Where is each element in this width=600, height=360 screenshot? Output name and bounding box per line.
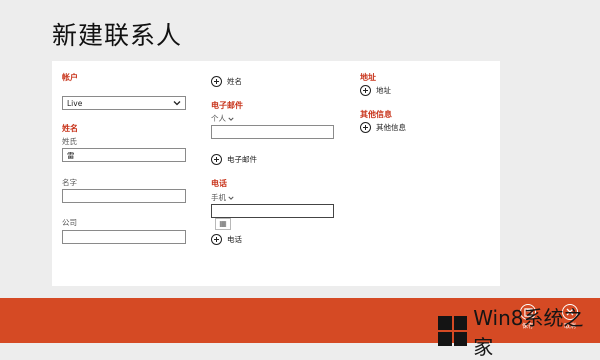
keypad-icon[interactable]: ▦ — [215, 218, 231, 230]
add-phone-label: 电话 — [227, 235, 242, 244]
add-other-info-button[interactable]: 其他信息 — [360, 122, 406, 133]
add-name-button[interactable]: 姓名 — [211, 76, 242, 87]
plus-icon — [211, 154, 222, 165]
plus-icon — [211, 234, 222, 245]
chevron-down-icon — [228, 117, 234, 121]
surname-label: 姓氏 — [62, 137, 77, 146]
other-info-section-label: 其他信息 — [360, 110, 392, 119]
watermark-text: Win8系统之家 — [473, 306, 584, 359]
phone-section-label: 电话 — [211, 179, 227, 188]
add-other-info-label: 其他信息 — [376, 123, 406, 132]
email-type-dropdown[interactable]: 个人 — [211, 113, 234, 124]
page-title: 新建联系人 — [52, 21, 183, 50]
phone-input[interactable] — [211, 204, 334, 218]
windows-logo-icon — [438, 316, 468, 346]
add-address-label: 地址 — [376, 86, 391, 95]
address-section-label: 地址 — [360, 73, 376, 82]
add-name-label: 姓名 — [227, 77, 242, 86]
chevron-down-icon — [173, 101, 181, 106]
company-input[interactable] — [62, 230, 186, 244]
company-label: 公司 — [62, 218, 77, 227]
given-name-input[interactable] — [62, 189, 186, 203]
plus-icon — [360, 85, 371, 96]
given-name-label: 名字 — [62, 178, 77, 187]
phone-type-value: 手机 — [211, 193, 226, 202]
phone-type-dropdown[interactable]: 手机 — [211, 192, 234, 203]
add-email-button[interactable]: 电子邮件 — [211, 154, 257, 165]
chevron-down-icon — [228, 196, 234, 200]
email-type-value: 个人 — [211, 114, 226, 123]
account-select-value: Live — [67, 98, 83, 108]
add-email-label: 电子邮件 — [227, 155, 257, 164]
account-section-label: 帐户 — [62, 73, 78, 82]
add-address-button[interactable]: 地址 — [360, 85, 391, 96]
plus-icon — [211, 76, 222, 87]
email-section-label: 电子邮件 — [211, 101, 243, 110]
add-phone-button[interactable]: 电话 — [211, 234, 242, 245]
name-section-label: 姓名 — [62, 124, 78, 133]
watermark: Win8系统之家 — [438, 302, 600, 360]
plus-icon — [360, 122, 371, 133]
surname-input[interactable]: 雷 — [62, 148, 186, 162]
account-select[interactable]: Live — [62, 96, 186, 110]
email-input[interactable] — [211, 125, 334, 139]
contact-form-panel: 帐户 Live 姓名 姓氏 雷 名字 公司 姓名 电子邮件 个人 电子邮件 电话… — [52, 61, 500, 286]
